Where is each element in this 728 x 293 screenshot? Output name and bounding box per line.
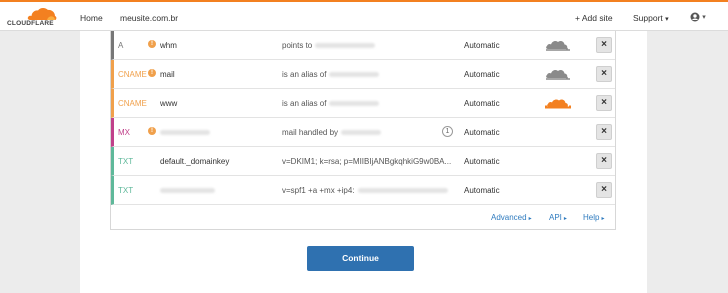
record-ttl[interactable]: Automatic bbox=[464, 41, 500, 50]
dns-records-card: A ! whm points to Automatic × CNAME ! ma… bbox=[80, 31, 647, 293]
record-name[interactable]: mail bbox=[160, 70, 175, 79]
redacted-value bbox=[329, 101, 380, 107]
record-value[interactable]: mail handled by bbox=[282, 128, 462, 137]
cloudflare-logo[interactable]: CLOUDFLARE bbox=[7, 7, 63, 29]
record-ttl[interactable]: Automatic bbox=[464, 128, 500, 137]
priority-badge: 1 bbox=[442, 126, 453, 137]
record-value-text: mail handled by bbox=[282, 128, 339, 137]
table-row: MX ! mail handled by 1 Automatic × bbox=[111, 118, 615, 147]
table-row: TXT default._domainkey v=DKIM1; k=rsa; p… bbox=[111, 147, 615, 176]
help-link[interactable]: Help ▸ bbox=[583, 213, 604, 222]
delete-button[interactable]: × bbox=[596, 66, 612, 82]
chevron-down-icon: ▾ bbox=[665, 16, 669, 23]
delete-button[interactable]: × bbox=[596, 37, 612, 53]
add-site-button[interactable]: + Add site bbox=[575, 13, 613, 23]
chevron-right-icon: ▸ bbox=[601, 216, 605, 222]
record-value[interactable]: v=spf1 +a +mx +ip4: bbox=[282, 186, 462, 195]
record-name[interactable] bbox=[160, 186, 215, 195]
support-menu[interactable]: Support ▾ bbox=[633, 13, 669, 23]
record-name[interactable] bbox=[160, 128, 210, 137]
user-icon bbox=[690, 12, 700, 22]
api-label: API bbox=[549, 213, 562, 222]
record-type: TXT bbox=[118, 186, 134, 195]
table-row: TXT v=spf1 +a +mx +ip4: Automatic × bbox=[111, 176, 615, 205]
grey-cloud-icon[interactable] bbox=[544, 37, 572, 53]
record-value[interactable]: is an alias of bbox=[282, 70, 462, 79]
dns-records-table: A ! whm points to Automatic × CNAME ! ma… bbox=[110, 31, 616, 230]
record-value-text: points to bbox=[282, 41, 313, 50]
delete-button[interactable]: × bbox=[596, 182, 612, 198]
redacted-value bbox=[329, 72, 380, 78]
support-label: Support bbox=[633, 13, 663, 23]
record-value-text: v=spf1 +a +mx +ip4: bbox=[282, 186, 355, 195]
grey-cloud-icon[interactable] bbox=[544, 66, 572, 82]
record-type: CNAME bbox=[118, 70, 147, 79]
help-label: Help bbox=[583, 213, 600, 222]
delete-button[interactable]: × bbox=[596, 95, 612, 111]
delete-button[interactable]: × bbox=[596, 153, 612, 169]
user-menu[interactable]: ▾ bbox=[690, 12, 706, 22]
record-ttl[interactable]: Automatic bbox=[464, 70, 500, 79]
record-type: A bbox=[118, 41, 124, 50]
record-ttl[interactable]: Automatic bbox=[464, 157, 500, 166]
chevron-right-icon: ▸ bbox=[563, 216, 567, 222]
nav-site-name[interactable]: meusite.com.br bbox=[120, 13, 178, 23]
logo-text: CLOUDFLARE bbox=[7, 20, 54, 27]
record-type: MX bbox=[118, 128, 130, 137]
redacted-name bbox=[160, 188, 215, 194]
chevron-right-icon: ▸ bbox=[528, 216, 532, 222]
table-row: CNAME www is an alias of Automatic × bbox=[111, 89, 615, 118]
orange-cloud-icon[interactable] bbox=[544, 95, 572, 111]
record-value[interactable]: v=DKIM1; k=rsa; p=MIIBIjANBgkqhkiG9w0BA.… bbox=[282, 157, 462, 166]
record-value-text: is an alias of bbox=[282, 70, 327, 79]
advanced-label: Advanced bbox=[491, 213, 527, 222]
record-value[interactable]: points to bbox=[282, 41, 462, 50]
redacted-value bbox=[315, 43, 376, 49]
continue-button[interactable]: Continue bbox=[307, 246, 414, 271]
table-row: A ! whm points to Automatic × bbox=[111, 31, 615, 60]
record-value-text: is an alias of bbox=[282, 99, 327, 108]
table-footer: Advanced ▸ API ▸ Help ▸ bbox=[111, 205, 615, 229]
api-link[interactable]: API ▸ bbox=[549, 213, 567, 222]
table-row: CNAME ! mail is an alias of Automatic × bbox=[111, 60, 615, 89]
cloud-logo-icon bbox=[27, 7, 57, 20]
delete-button[interactable]: × bbox=[596, 124, 612, 140]
redacted-value bbox=[357, 188, 448, 194]
redacted-value bbox=[341, 130, 382, 136]
advanced-link[interactable]: Advanced ▸ bbox=[491, 213, 532, 222]
chevron-down-icon: ▾ bbox=[702, 14, 706, 22]
record-ttl[interactable]: Automatic bbox=[464, 99, 500, 108]
warning-icon[interactable]: ! bbox=[148, 40, 156, 48]
warning-icon[interactable]: ! bbox=[148, 69, 156, 77]
nav-home-link[interactable]: Home bbox=[80, 13, 103, 23]
top-navigation-bar: CLOUDFLARE Home meusite.com.br + Add sit… bbox=[0, 0, 728, 31]
record-name[interactable]: whm bbox=[160, 41, 177, 50]
record-type: CNAME bbox=[118, 99, 147, 108]
record-name[interactable]: www bbox=[160, 99, 177, 108]
record-value[interactable]: is an alias of bbox=[282, 99, 462, 108]
redacted-name bbox=[160, 130, 210, 136]
record-type: TXT bbox=[118, 157, 134, 166]
record-ttl[interactable]: Automatic bbox=[464, 186, 500, 195]
record-name[interactable]: default._domainkey bbox=[160, 157, 229, 166]
warning-icon[interactable]: ! bbox=[148, 127, 156, 135]
